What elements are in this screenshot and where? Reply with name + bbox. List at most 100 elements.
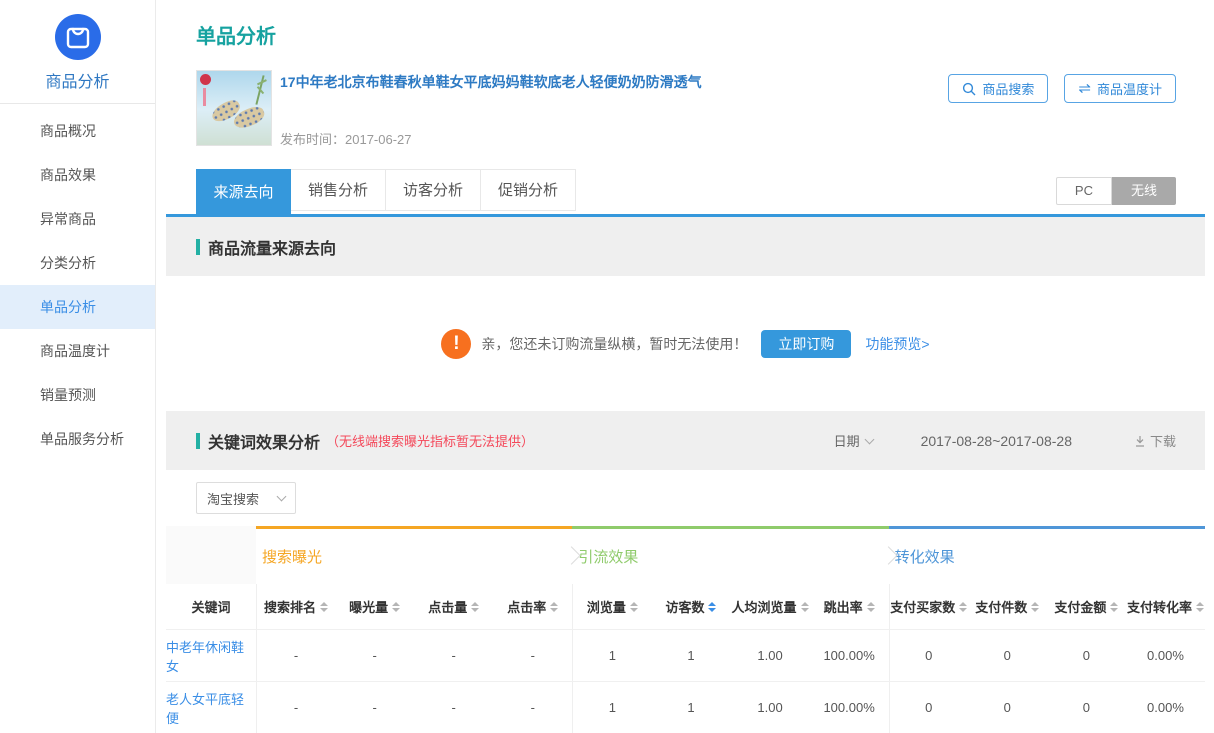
tab-source-destination[interactable]: 来源去向: [196, 169, 291, 214]
tab-promotion-analysis[interactable]: 促销分析: [481, 169, 576, 211]
cell-value: -: [335, 630, 414, 681]
sort-icon[interactable]: [801, 602, 809, 612]
product-thermometer-button[interactable]: ⇌ 商品温度计: [1064, 74, 1176, 103]
filter-row: 淘宝搜索: [166, 470, 1205, 526]
sidebar-logo-block: 商品分析: [0, 0, 155, 104]
product-title-link[interactable]: 17中年老北京布鞋春秋单鞋女平底妈妈鞋软底老人轻便奶奶防滑透气: [280, 72, 702, 92]
section-accent-bar: [196, 239, 200, 255]
toggle-wireless[interactable]: 无线: [1112, 177, 1176, 205]
cell-value: -: [493, 682, 572, 733]
keyword-section-title: 关键词效果分析 （无线端搜索曝光指标暂无法提供）: [196, 429, 534, 453]
order-now-button[interactable]: 立即订购: [761, 330, 851, 358]
tabs-row: 来源去向 销售分析 访客分析 促销分析 PC 无线: [166, 169, 1205, 217]
sidebar-item-product-thermometer[interactable]: 商品温度计: [0, 329, 155, 373]
swap-arrows-icon: ⇌: [1078, 81, 1091, 96]
cell-value: 100.00%: [810, 682, 889, 733]
product-search-button[interactable]: 商品搜索: [948, 74, 1048, 103]
section-accent-bar: [196, 433, 200, 449]
sort-icon[interactable]: [1196, 602, 1204, 612]
feature-preview-link[interactable]: 功能预览>: [865, 334, 929, 354]
col-keyword: 关键词: [166, 584, 256, 629]
sort-icon[interactable]: [959, 602, 967, 612]
group-search-exposure: 搜索曝光: [256, 526, 572, 584]
col-label: 跳出率: [824, 597, 863, 616]
cell-value: 1: [651, 630, 730, 681]
cell-value: 0.00%: [1126, 682, 1205, 733]
product-info: 17中年老北京布鞋春秋单鞋女平底妈妈鞋软底老人轻便奶奶防滑透气 发布时间：201…: [280, 70, 702, 148]
col-pageviews[interactable]: 浏览量: [572, 584, 651, 629]
col-exposure[interactable]: 曝光量: [335, 584, 414, 629]
sort-icon[interactable]: [867, 602, 875, 612]
date-dropdown[interactable]: 日期: [834, 431, 873, 450]
col-paying-buyers[interactable]: 支付买家数: [889, 584, 968, 629]
toggle-pc[interactable]: PC: [1056, 177, 1112, 205]
sort-icon-active[interactable]: [708, 602, 716, 612]
table-row: 中老年休闲鞋女 - - - - 1 1 1.00 100.00% 0 0 0 0…: [166, 630, 1205, 682]
sort-icon[interactable]: [1110, 602, 1118, 612]
chevron-down-icon: [277, 492, 287, 502]
cell-value: 0: [889, 682, 968, 733]
keyword-link[interactable]: 老人女平底轻便: [166, 682, 256, 733]
chevron-down-icon: [864, 434, 874, 444]
cell-value: 0: [968, 630, 1047, 681]
date-range-value[interactable]: 2017-08-28~2017-08-28: [921, 433, 1072, 449]
sidebar-item-abnormal-products[interactable]: 异常商品: [0, 197, 155, 241]
col-paid-amount[interactable]: 支付金额: [1047, 584, 1126, 629]
sort-icon[interactable]: [630, 602, 638, 612]
warning-icon: !: [441, 329, 471, 359]
notice-text: 亲，您还未订购流量纵横，暂时无法使用！: [481, 334, 747, 354]
cell-value: 1: [572, 682, 651, 733]
col-payment-conversion[interactable]: 支付转化率: [1126, 584, 1205, 629]
group-traffic-effect: 引流效果: [572, 526, 888, 584]
col-label: 支付买家数: [890, 597, 955, 616]
col-avg-pageviews[interactable]: 人均浏览量: [731, 584, 810, 629]
cell-value: -: [414, 630, 493, 681]
col-paid-items[interactable]: 支付件数: [968, 584, 1047, 629]
col-label: 浏览量: [587, 597, 626, 616]
sidebar-item-single-product-service[interactable]: 单品服务分析: [0, 417, 155, 461]
plant-sprig: [255, 75, 264, 105]
sort-icon[interactable]: [320, 602, 328, 612]
col-ctr[interactable]: 点击率: [493, 584, 572, 629]
cell-value: 0: [1047, 630, 1126, 681]
sidebar-item-sales-forecast[interactable]: 销量预测: [0, 373, 155, 417]
sort-icon[interactable]: [392, 602, 400, 612]
col-label: 点击量: [428, 597, 467, 616]
sort-icon[interactable]: [471, 602, 479, 612]
sort-icon[interactable]: [550, 602, 558, 612]
sort-icon[interactable]: [1031, 602, 1039, 612]
col-bounce-rate[interactable]: 跳出率: [810, 584, 889, 629]
cell-value: 0: [889, 630, 968, 681]
cell-value: 1: [572, 630, 651, 681]
sidebar-item-product-effect[interactable]: 商品效果: [0, 153, 155, 197]
date-dropdown-label: 日期: [834, 431, 860, 450]
cell-value: 0: [968, 682, 1047, 733]
search-channel-select[interactable]: 淘宝搜索: [196, 482, 296, 514]
download-button[interactable]: 下载: [1134, 431, 1176, 450]
cell-value: -: [414, 682, 493, 733]
tab-bar: 来源去向 销售分析 访客分析 促销分析: [196, 169, 576, 214]
product-image-badge: [200, 74, 211, 85]
sidebar-item-single-product-analysis[interactable]: 单品分析: [0, 285, 155, 329]
tab-visitor-analysis[interactable]: 访客分析: [386, 169, 481, 211]
main-content: 单品分析 17中年老北京布鞋春秋单鞋女平底妈妈鞋软底老人轻便奶奶防滑透气 发布时…: [157, 0, 1214, 733]
cell-value: 1: [651, 682, 730, 733]
col-search-rank[interactable]: 搜索排名: [256, 584, 335, 629]
sidebar-item-product-overview[interactable]: 商品概况: [0, 109, 155, 153]
search-channel-value: 淘宝搜索: [207, 489, 259, 508]
keyword-section-title-text: 关键词效果分析: [208, 429, 320, 453]
tab-sales-analysis[interactable]: 销售分析: [291, 169, 386, 211]
sidebar-item-category-analysis[interactable]: 分类分析: [0, 241, 155, 285]
source-section-header: 商品流量来源去向: [166, 217, 1205, 276]
source-section-title-text: 商品流量来源去向: [208, 235, 336, 259]
sidebar-nav: 商品概况 商品效果 异常商品 分类分析 单品分析 商品温度计 销量预测 单品服务…: [0, 104, 155, 461]
keyword-link[interactable]: 中老年休闲鞋女: [166, 630, 256, 681]
product-search-label: 商品搜索: [982, 79, 1034, 98]
product-thumbnail[interactable]: [196, 70, 272, 146]
shopping-bag-icon: [55, 14, 101, 60]
col-visitors[interactable]: 访客数: [651, 584, 730, 629]
col-label: 点击率: [507, 597, 546, 616]
col-clicks[interactable]: 点击量: [414, 584, 493, 629]
col-label: 支付金额: [1054, 597, 1106, 616]
cell-value: 0: [1047, 682, 1126, 733]
